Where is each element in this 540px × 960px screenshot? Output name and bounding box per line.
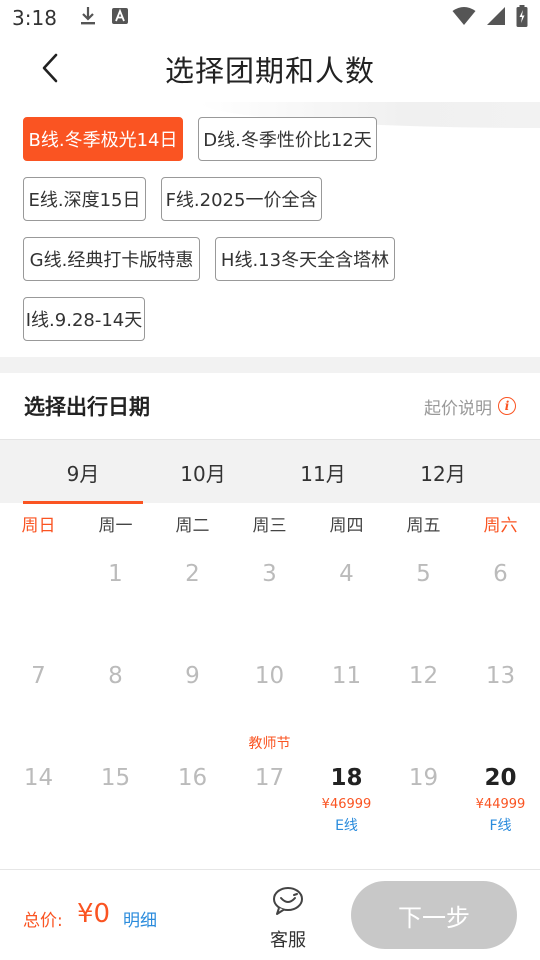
- calendar-day: 7: [0, 645, 77, 747]
- group-chip-h[interactable]: H线.13冬天全含塔林: [215, 237, 395, 281]
- day-number: 10: [254, 663, 285, 689]
- calendar-day[interactable]: 20 ¥44999 F线: [462, 747, 539, 849]
- customer-service-button[interactable]: 客服: [262, 886, 314, 956]
- calendar-day: 2: [154, 543, 231, 645]
- title-bar: 选择团期和人数: [0, 36, 540, 102]
- calendar-day: 12: [385, 645, 462, 747]
- day-number: 14: [23, 765, 54, 791]
- day-number: 18: [330, 765, 363, 791]
- weekday-sat: 周六: [483, 515, 518, 536]
- section-divider: [0, 357, 540, 373]
- group-chip-e[interactable]: E线.深度15日: [23, 177, 146, 221]
- group-chip-i[interactable]: I线.9.28-14天: [23, 297, 145, 341]
- day-number: 16: [177, 765, 208, 791]
- tab-label: 11月: [300, 461, 346, 486]
- calendar-day: 教师节 10: [231, 645, 308, 752]
- battery-charging-icon: [516, 4, 528, 32]
- chevron-left-icon: [40, 53, 60, 87]
- tab-label: 9月: [66, 461, 100, 486]
- calendar-day: 16: [154, 747, 231, 849]
- day-line-tag: F线: [489, 818, 512, 834]
- calendar-grid: 1 2 3 4 5 6 7 8 9 教师节 10 11 12 13 14 15 16 17 18 ¥46999 E线 19…: [0, 543, 540, 869]
- signal-icon: [486, 6, 506, 31]
- calendar-day: 15: [77, 747, 154, 849]
- day-number: 2: [185, 561, 200, 587]
- calendar-day: 14: [0, 747, 77, 849]
- day-number: 20: [484, 765, 517, 791]
- font-app-icon: [111, 6, 129, 30]
- day-number: 3: [262, 561, 277, 587]
- weekday-header: 周日 周一 周二 周三 周四 周五 周六: [0, 503, 540, 543]
- chat-bubble-icon: [272, 886, 304, 920]
- status-time: 3:18: [12, 6, 57, 30]
- weekday-thu: 周四: [329, 515, 364, 536]
- price-note-link[interactable]: 起价说明 i: [424, 394, 516, 419]
- price-detail-link[interactable]: 明细: [123, 906, 157, 931]
- group-chip-d[interactable]: D线.冬季性价比12天: [198, 117, 377, 161]
- calendar-day: 17: [231, 747, 308, 849]
- day-number: 15: [100, 765, 131, 791]
- day-line-tag: E线: [335, 818, 358, 834]
- wifi-icon: [452, 6, 476, 31]
- status-bar: 3:18: [0, 0, 540, 36]
- back-button[interactable]: [28, 48, 72, 92]
- weekday-fri: 周五: [406, 515, 441, 536]
- day-number: 6: [493, 561, 508, 587]
- tab-month-10[interactable]: 10月: [143, 440, 263, 504]
- day-number: 19: [408, 765, 439, 791]
- group-chip-g[interactable]: G线.经典打卡版特惠: [23, 237, 200, 281]
- weekday-tue: 周二: [175, 515, 210, 536]
- total-price-label: 总价:: [23, 911, 63, 931]
- calendar-day: 13: [462, 645, 539, 747]
- calendar-day: 11: [308, 645, 385, 747]
- calendar-day: 3: [231, 543, 308, 645]
- bottom-bar: 总价: ¥0 明细 客服 下一步: [0, 869, 540, 960]
- calendar-day: 5: [385, 543, 462, 645]
- calendar-day: [0, 543, 77, 645]
- tab-month-12[interactable]: 12月: [383, 440, 503, 504]
- day-number: 11: [331, 663, 362, 689]
- day-price: ¥44999: [475, 797, 526, 812]
- download-icon: [79, 6, 97, 31]
- weekday-mon: 周一: [98, 515, 133, 536]
- calendar-day: 9: [154, 645, 231, 747]
- tab-month-9[interactable]: 9月: [23, 440, 143, 504]
- month-tabs: 9月 10月 11月 12月: [0, 439, 540, 504]
- date-section-header: 选择出行日期 起价说明 i: [0, 373, 540, 439]
- customer-service-label: 客服: [270, 930, 306, 951]
- weekday-wed: 周三: [252, 515, 287, 536]
- calendar-day: 4: [308, 543, 385, 645]
- calendar-day: 6: [462, 543, 539, 645]
- calendar-day: 1: [77, 543, 154, 645]
- page-title: 选择团期和人数: [164, 54, 375, 88]
- day-number: 5: [416, 561, 431, 587]
- day-number: 13: [485, 663, 516, 689]
- group-chip-b[interactable]: B线.冬季极光14日: [23, 117, 183, 161]
- day-number: 9: [185, 663, 200, 689]
- info-icon: i: [498, 397, 516, 415]
- date-section-title: 选择出行日期: [24, 395, 150, 419]
- group-chip-f[interactable]: F线.2025一价全含: [161, 177, 322, 221]
- price-note-label: 起价说明: [424, 398, 492, 419]
- calendar-day: 8: [77, 645, 154, 747]
- day-number: 17: [254, 765, 285, 791]
- weekday-sun: 周日: [21, 515, 56, 536]
- total-price-value: ¥0: [77, 899, 111, 929]
- tab-label: 12月: [420, 461, 466, 486]
- next-step-button[interactable]: 下一步: [351, 881, 517, 949]
- calendar-day: 19: [385, 747, 462, 849]
- day-number: 4: [339, 561, 354, 587]
- day-number: 1: [108, 561, 123, 587]
- day-number: 12: [408, 663, 439, 689]
- day-number: 7: [31, 663, 46, 689]
- tab-label: 10月: [180, 461, 226, 486]
- day-price: ¥46999: [321, 797, 372, 812]
- tab-month-11[interactable]: 11月: [263, 440, 383, 504]
- calendar-day[interactable]: 18 ¥46999 E线: [308, 747, 385, 849]
- day-number: 8: [108, 663, 123, 689]
- group-selector: B线.冬季极光14日 D线.冬季性价比12天 E线.深度15日 F线.2025一…: [0, 102, 540, 357]
